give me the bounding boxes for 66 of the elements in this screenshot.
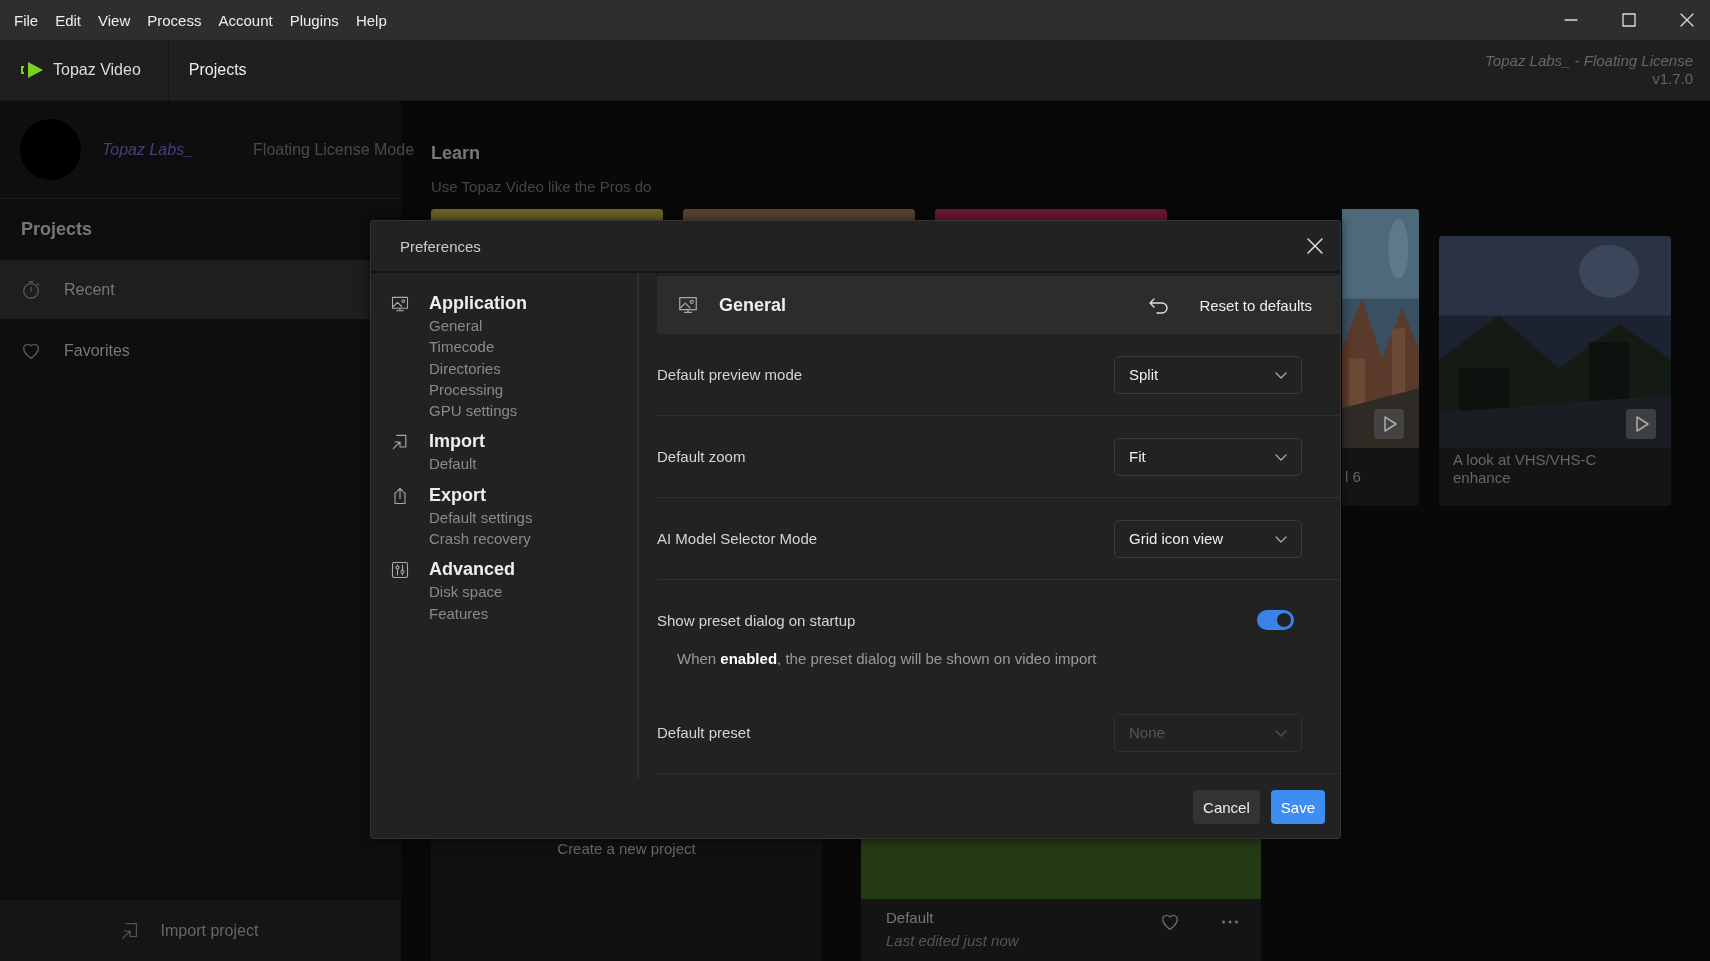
section-title: Learn: [431, 143, 482, 164]
nav-item[interactable]: Processing: [429, 378, 527, 401]
video-card[interactable]: A look at VHS/VHS-C enhance: [1439, 236, 1671, 506]
setting-label: Default zoom: [657, 448, 747, 465]
import-button[interactable]: Import project: [0, 900, 401, 961]
menu-item[interactable]: Plugins: [281, 7, 347, 33]
nav-item[interactable]: GPU settings: [429, 400, 527, 422]
nav-heading[interactable]: Export: [429, 482, 533, 507]
license-mode: Floating License Mode: [253, 140, 415, 159]
nav-heading[interactable]: Advanced: [429, 557, 516, 582]
setting-label: Show preset dialog on startup: [657, 611, 857, 629]
nav-heading[interactable]: Import: [429, 429, 485, 454]
nav-item[interactable]: Disk space: [429, 581, 516, 603]
last-edited: Last edited just now: [886, 932, 1020, 949]
nav-heading[interactable]: Application: [429, 291, 527, 315]
menu-item[interactable]: File: [6, 7, 47, 33]
undo-icon: [1148, 296, 1171, 314]
nav-item[interactable]: Default: [429, 453, 485, 475]
section-subtitle: Use Topaz Video like the Pros do: [431, 178, 653, 195]
new-project-label[interactable]: Create a new project: [557, 840, 696, 857]
project-name: Default: [886, 909, 935, 926]
clock-icon: [20, 278, 42, 301]
dropdown[interactable]: Split: [1114, 355, 1302, 394]
menu-item[interactable]: Process: [139, 7, 210, 33]
setting-label: AI Model Selector Mode: [657, 530, 819, 547]
monitor-icon: [390, 294, 410, 314]
sidebar-item[interactable]: Favorites: [0, 321, 401, 380]
close-icon: [1304, 235, 1326, 257]
nav-item[interactable]: General: [429, 315, 527, 337]
setting-label: Default preset: [657, 724, 752, 741]
menu-item[interactable]: Edit: [47, 7, 90, 33]
nav-item[interactable]: Directories: [429, 357, 527, 379]
monitor-icon: [677, 294, 699, 316]
version-label: v1.7.0: [1651, 70, 1693, 88]
card-caption: l 6: [1344, 467, 1362, 487]
dialog-title: Preferences: [400, 237, 481, 255]
nav-item[interactable]: Default settings: [429, 506, 533, 529]
product-name: Topaz Video: [53, 61, 141, 79]
nav-item[interactable]: Crash recovery: [429, 528, 533, 550]
nav-item[interactable]: Features: [429, 602, 516, 624]
setting-description: When enabled, the preset dialog will be shown on video import: [676, 650, 1098, 667]
user-name: Topaz Labs_: [102, 140, 194, 159]
maximize-icon[interactable]: [1620, 11, 1638, 29]
save-button[interactable]: Save: [1270, 790, 1325, 824]
license-label: Topaz Labs_ - Floating License: [1485, 52, 1693, 70]
setting-label: Default preview mode: [657, 366, 804, 383]
dropdown[interactable]: Fit: [1114, 437, 1302, 476]
menu-item[interactable]: Help: [347, 7, 395, 33]
toggle-switch[interactable]: [1257, 610, 1294, 630]
video-card[interactable]: l 6: [1342, 209, 1419, 506]
logo-icon: [20, 60, 44, 80]
section-title: General: [719, 294, 787, 316]
close-button[interactable]: [1304, 235, 1326, 257]
nav-item[interactable]: Timecode: [429, 336, 527, 358]
section-heading: Projects: [20, 218, 94, 241]
dropdown[interactable]: Grid icon view: [1114, 519, 1302, 558]
menu-item[interactable]: View: [90, 7, 139, 33]
projects-tab[interactable]: Projects: [168, 53, 267, 87]
play-icon[interactable]: [1625, 408, 1657, 440]
reset-button[interactable]: Reset to defaults: [1148, 296, 1312, 314]
card-caption: A look at VHS/VHS-C enhance: [1452, 450, 1598, 488]
sliders-icon: [390, 560, 410, 581]
menu-item[interactable]: Account: [210, 7, 281, 33]
play-icon[interactable]: [1373, 408, 1405, 440]
close-icon[interactable]: [1678, 11, 1696, 29]
cancel-button[interactable]: Cancel: [1193, 790, 1260, 824]
